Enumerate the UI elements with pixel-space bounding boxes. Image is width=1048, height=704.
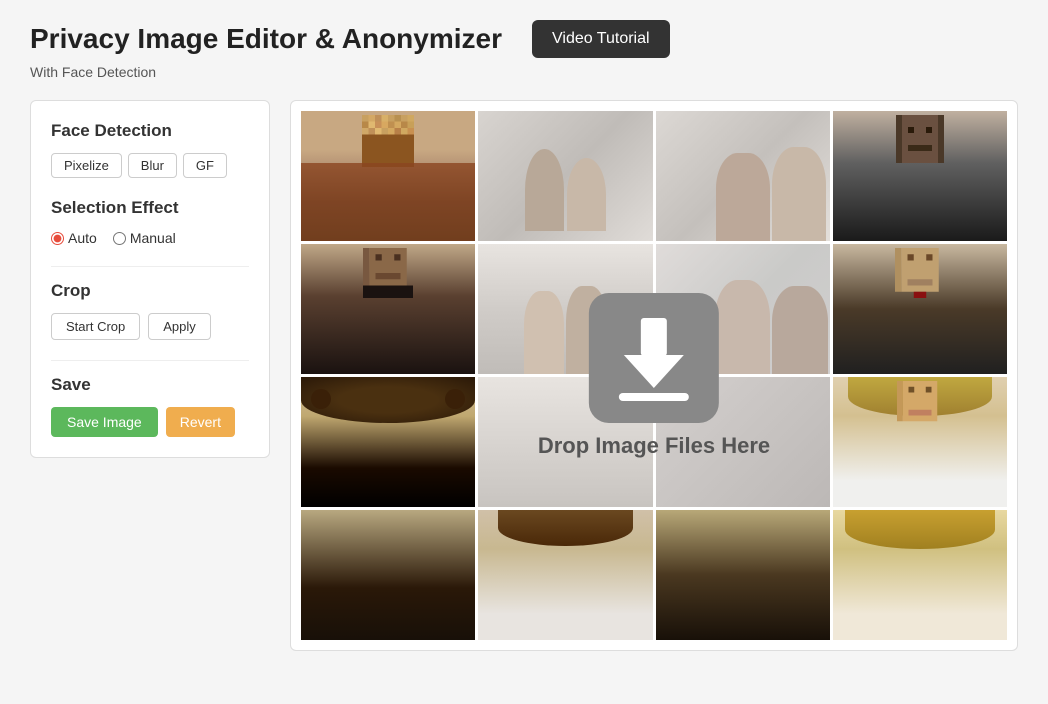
start-crop-button[interactable]: Start Crop: [51, 313, 140, 340]
grid-cell-5: [301, 244, 475, 374]
save-section: Save Save Image Revert: [51, 375, 249, 437]
crop-buttons-group: Start Crop Apply: [51, 313, 249, 340]
grid-cell-10: [478, 377, 652, 507]
page-title: Privacy Image Editor & Anonymizer: [30, 23, 502, 55]
grid-cell-1: [301, 111, 475, 241]
radio-auto-text: Auto: [68, 230, 97, 246]
selection-radio-group: Auto Manual: [51, 230, 249, 246]
blur-button[interactable]: Blur: [128, 153, 177, 178]
crop-title: Crop: [51, 281, 249, 301]
video-tutorial-button[interactable]: Video Tutorial: [532, 20, 670, 58]
grid-cell-15: [656, 510, 830, 640]
grid-cell-12: [833, 377, 1007, 507]
apply-button[interactable]: Apply: [148, 313, 211, 340]
effect-buttons-group: Pixelize Blur GF: [51, 153, 249, 178]
selection-section: Selection Effect Auto Manual: [51, 198, 249, 246]
sidebar: Face Detection Pixelize Blur GF Selectio…: [30, 100, 270, 458]
dropzone-container[interactable]: Drop Image Files Here: [290, 100, 1018, 651]
grid-cell-14: [478, 510, 652, 640]
grid-cell-6: [478, 244, 652, 374]
grid-cell-8: [833, 244, 1007, 374]
grid-cell-3: [656, 111, 830, 241]
selection-effect-title: Selection Effect: [51, 198, 249, 218]
radio-manual-label[interactable]: Manual: [113, 230, 176, 246]
grid-cell-16: [833, 510, 1007, 640]
radio-manual[interactable]: [113, 232, 126, 245]
save-buttons-group: Save Image Revert: [51, 407, 249, 437]
save-image-button[interactable]: Save Image: [51, 407, 158, 437]
save-title: Save: [51, 375, 249, 395]
image-grid: Drop Image Files Here: [301, 111, 1007, 640]
subtitle: With Face Detection: [30, 64, 1018, 80]
face-detection-title: Face Detection: [51, 121, 249, 141]
gf-button[interactable]: GF: [183, 153, 227, 178]
grid-cell-11: [656, 377, 830, 507]
pixelize-button[interactable]: Pixelize: [51, 153, 122, 178]
grid-cell-7: [656, 244, 830, 374]
radio-manual-text: Manual: [130, 230, 176, 246]
radio-auto-label[interactable]: Auto: [51, 230, 97, 246]
grid-cell-13: [301, 510, 475, 640]
radio-auto[interactable]: [51, 232, 64, 245]
revert-button[interactable]: Revert: [166, 407, 235, 437]
grid-cell-2: [478, 111, 652, 241]
crop-section: Crop Start Crop Apply: [51, 281, 249, 340]
grid-cell-4: [833, 111, 1007, 241]
grid-cell-9: [301, 377, 475, 507]
